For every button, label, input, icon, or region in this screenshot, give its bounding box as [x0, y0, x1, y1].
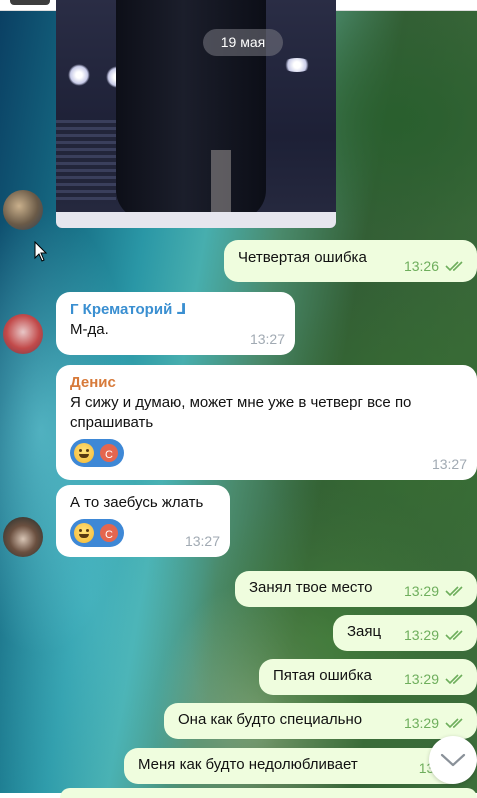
reaction-chip[interactable]: С	[70, 519, 124, 547]
message-incoming[interactable]: А то заебусь жлать С 13:27	[56, 485, 230, 557]
message-meta: 13:27	[250, 329, 285, 349]
message-time: 13:27	[431, 456, 467, 472]
message-incoming[interactable]: Денис Я сижу и думаю, может мне уже в че…	[56, 365, 477, 480]
message-time: 13:27	[249, 331, 285, 347]
message-time: 13:29	[403, 627, 439, 643]
message-outgoing[interactable]: Она как будто специально 13:29	[164, 703, 477, 739]
photo-stage-light	[68, 64, 90, 86]
message-text: Она как будто специально	[178, 711, 363, 728]
avatar[interactable]	[3, 190, 43, 230]
avatar[interactable]	[3, 314, 43, 354]
message-incoming[interactable]: Г Крематорий ⅃ М-да. 13:27	[56, 292, 295, 355]
message-meta: 13:29	[404, 713, 467, 733]
reaction-avatar: С	[98, 442, 120, 464]
message-time: 13:27	[184, 533, 220, 549]
message-outgoing-partial[interactable]	[60, 788, 477, 798]
message-outgoing[interactable]: Заяц 13:29	[333, 615, 477, 651]
grinning-emoji-icon	[74, 523, 94, 543]
message-time: 13:26	[403, 258, 439, 274]
message-meta: 13:27	[185, 531, 220, 551]
message-text: М-да.	[70, 321, 109, 338]
grinning-emoji-icon	[74, 443, 94, 463]
message-outgoing[interactable]: Меня как будто недолюбливает 13:3	[124, 748, 464, 784]
double-check-icon	[445, 718, 463, 729]
message-text: Меня как будто недолюбливает	[138, 756, 358, 773]
message-time: 13:29	[403, 583, 439, 599]
message-meta: 13:27	[432, 454, 467, 474]
date-separator: 19 мая	[203, 29, 283, 56]
message-outgoing[interactable]: Пятая ошибка 13:29	[259, 659, 477, 695]
avatar[interactable]	[3, 517, 43, 557]
message-time: 13:29	[403, 715, 439, 731]
message-meta: 13:29	[404, 625, 467, 645]
photo-floor	[56, 212, 336, 228]
message-text: Четвертая ошибка	[238, 249, 367, 266]
message-text: Пятая ошибка	[273, 667, 372, 684]
message-meta: 13:29	[404, 669, 467, 689]
message-text: А то заебусь жлать	[70, 494, 204, 511]
double-check-icon	[445, 630, 463, 641]
message-meta: 13:26	[404, 256, 467, 276]
message-outgoing[interactable]: Четвертая ошибка 13:26	[224, 240, 477, 282]
message-time: 13:29	[403, 671, 439, 687]
photo-stage-rig	[56, 120, 116, 200]
photo-detail	[211, 150, 231, 220]
message-text: Заяц	[347, 623, 382, 640]
message-meta: 13:29	[404, 581, 467, 601]
photo-stage-light	[282, 58, 312, 72]
double-check-icon	[445, 261, 463, 272]
reaction-chip[interactable]: С	[70, 439, 124, 467]
scroll-down-button[interactable]	[429, 736, 477, 784]
message-outgoing[interactable]: Занял твое место 13:29	[235, 571, 477, 607]
double-check-icon	[445, 674, 463, 685]
chevron-down-icon	[440, 753, 466, 767]
message-sender[interactable]: Денис	[70, 373, 457, 393]
double-check-icon	[445, 586, 463, 597]
message-text: Я сижу и думаю, может мне уже в четверг …	[70, 394, 412, 431]
reaction-avatar: С	[98, 522, 120, 544]
window-tab[interactable]	[10, 0, 50, 5]
message-text: Занял твое место	[249, 579, 373, 596]
message-sender[interactable]: Г Крематорий ⅃	[70, 300, 283, 320]
photo-message[interactable]	[56, 0, 336, 228]
